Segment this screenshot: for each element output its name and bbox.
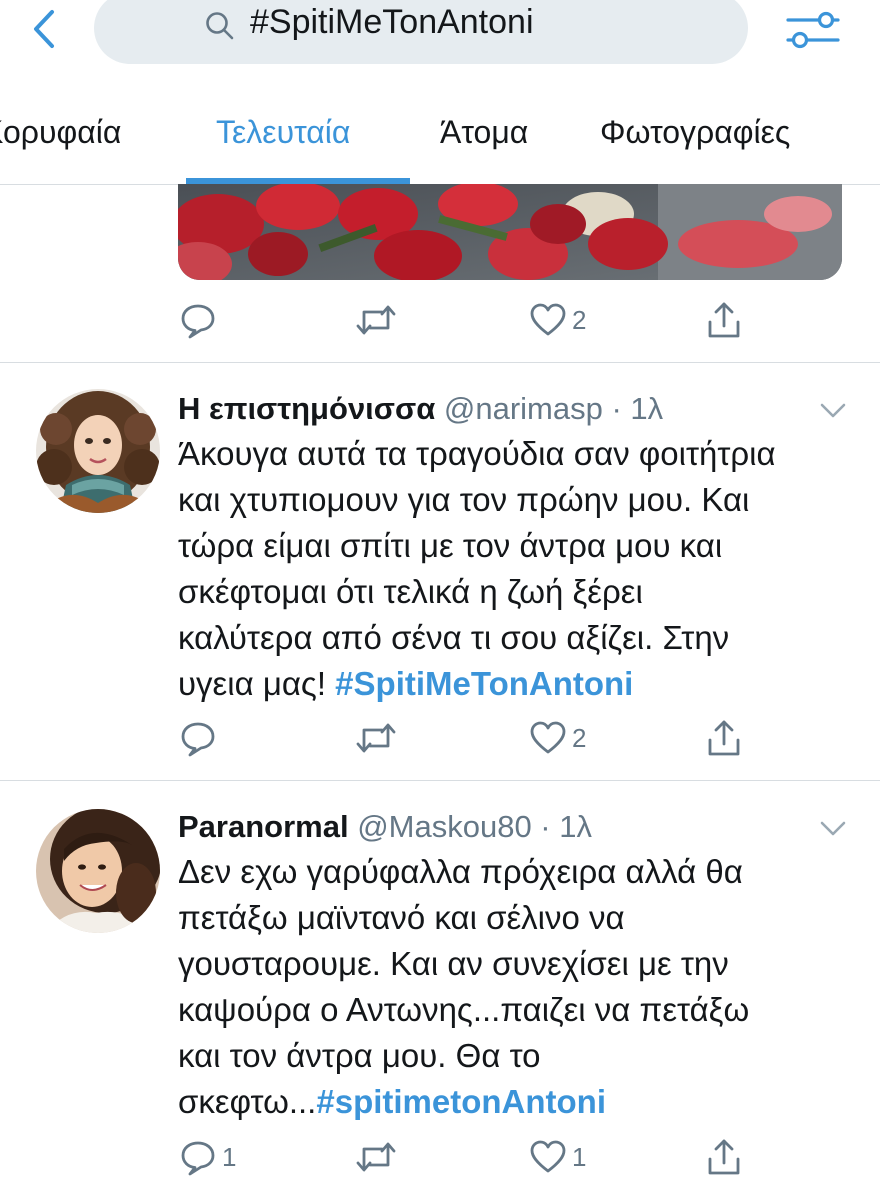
chevron-left-icon	[34, 10, 54, 48]
reply-icon	[181, 1141, 215, 1176]
tweet-header: Η επιστημόνισσα @narimasp · 1λ	[178, 389, 663, 429]
share-button[interactable]	[704, 298, 744, 342]
heart-icon	[530, 721, 566, 754]
avatar-image	[36, 809, 160, 933]
like-count: 1	[572, 1141, 587, 1172]
share-button[interactable]	[704, 1135, 744, 1179]
carnations-photo	[178, 184, 842, 280]
search-field[interactable]: #SpitiMeTonAntoni	[94, 0, 748, 64]
search-icon	[206, 12, 234, 40]
like-count: 2	[572, 304, 587, 335]
share-icon	[708, 302, 740, 338]
tweet-media-image[interactable]	[178, 184, 842, 280]
tweet-header: Paranormal @Maskou80 · 1λ	[178, 807, 592, 847]
tab-top[interactable]: Κορυφαία	[0, 112, 121, 152]
reply-icon	[181, 304, 215, 339]
chevron-down-icon[interactable]	[818, 401, 848, 421]
reply-button[interactable]: 1	[178, 1135, 236, 1179]
retweet-button[interactable]	[354, 1135, 398, 1179]
tweet[interactable]: Paranormal @Maskou80 · 1λ Δεν εχω γαρύφα…	[0, 781, 880, 1192]
like-button[interactable]: 2	[528, 298, 586, 342]
tweet-text: Άκουγα αυτά τα τραγούδια σαν φοιτήτρια κ…	[178, 435, 776, 702]
display-name[interactable]: Paranormal	[178, 809, 349, 844]
like-count: 2	[572, 722, 587, 753]
heart-icon	[530, 1140, 566, 1173]
retweet-icon	[356, 305, 396, 335]
reply-count: 1	[222, 1141, 237, 1172]
search-query[interactable]: #SpitiMeTonAntoni	[250, 0, 534, 44]
tweet-actions: 2	[178, 716, 778, 760]
retweet-button[interactable]	[354, 298, 398, 342]
display-name[interactable]: Η επιστημόνισσα	[178, 391, 435, 426]
like-button[interactable]: 2	[528, 716, 586, 760]
avatar[interactable]	[36, 389, 160, 513]
retweet-icon	[356, 1142, 396, 1172]
filter-sliders-icon	[786, 11, 840, 49]
retweet-icon	[356, 723, 396, 753]
tweet-actions: 1 1	[178, 1135, 778, 1179]
top-bar: #SpitiMeTonAntoni	[0, 0, 880, 68]
chevron-down-icon[interactable]	[818, 819, 848, 839]
reply-button[interactable]	[178, 716, 222, 760]
reply-icon	[181, 722, 215, 757]
search-filter-button[interactable]	[784, 4, 842, 54]
avatar-image	[36, 389, 160, 513]
tab-latest[interactable]: Τελευταία	[216, 112, 350, 152]
back-button[interactable]	[26, 6, 66, 52]
tab-people[interactable]: Άτομα	[440, 112, 528, 152]
tab-photos[interactable]: Φωτογραφίες	[600, 112, 790, 152]
retweet-button[interactable]	[354, 716, 398, 760]
like-button[interactable]: 1	[528, 1135, 586, 1179]
avatar[interactable]	[36, 809, 160, 933]
tweet-actions: 2	[178, 298, 778, 342]
share-button[interactable]	[704, 716, 744, 760]
share-icon	[708, 720, 740, 756]
search-tabs: Κορυφαία Τελευταία Άτομα Φωτογραφίες	[0, 100, 880, 185]
heart-icon	[530, 303, 566, 336]
hashtag-link[interactable]: #spitimetonAntoni	[316, 1083, 606, 1120]
tweet-text: Δεν εχω γαρύφαλλα πρόχειρα αλλά θα πετάξ…	[178, 853, 750, 1120]
share-icon	[708, 1139, 740, 1175]
hashtag-link[interactable]: #SpitiMeTonAntoni	[335, 665, 633, 702]
tweet[interactable]: Η επιστημόνισσα @narimasp · 1λ Άκουγα αυ…	[0, 363, 880, 779]
handle-and-time: @narimasp · 1λ	[435, 391, 664, 426]
handle-and-time: @Maskou80 · 1λ	[348, 809, 592, 844]
reply-button[interactable]	[178, 298, 222, 342]
